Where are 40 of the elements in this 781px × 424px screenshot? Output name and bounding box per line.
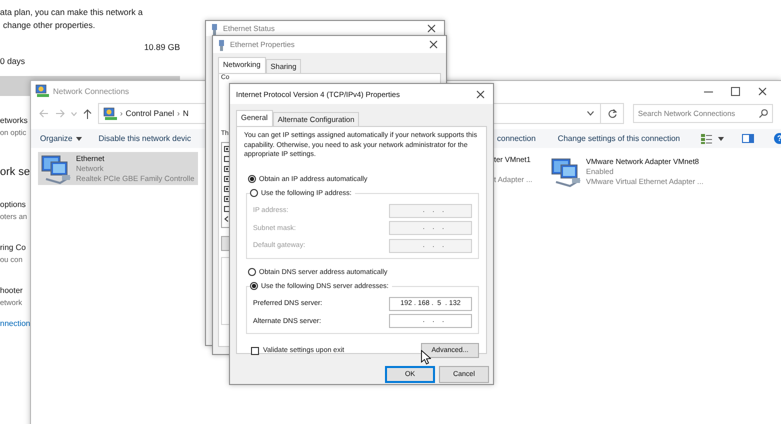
maximize-icon[interactable] — [731, 86, 740, 96]
caret-icon[interactable] — [718, 136, 724, 140]
organize-menu[interactable]: Organize — [39, 132, 84, 145]
option-title[interactable]: options — [0, 199, 26, 211]
computer-icon — [35, 84, 49, 98]
period-text: 0 days — [0, 55, 26, 68]
option-title[interactable]: etworks — [0, 115, 28, 127]
close-icon[interactable] — [758, 86, 767, 96]
preview-pane-icon[interactable] — [742, 134, 754, 143]
network-adapter-icon — [550, 156, 582, 188]
toolbar-button[interactable]: Disable this network devic — [97, 132, 192, 145]
option-title[interactable]: ring Co — [0, 242, 26, 254]
close-icon[interactable] — [429, 40, 438, 49]
caret-icon — [76, 136, 82, 140]
view-options-icon[interactable] — [701, 134, 712, 144]
network-plug-icon — [217, 38, 226, 50]
section-heading: ork se — [0, 165, 30, 180]
up-arrow-icon[interactable] — [83, 108, 92, 118]
network-plug-icon — [210, 22, 219, 34]
breadcrumb-separator: › — [177, 109, 180, 118]
toolbar-button[interactable]: Change settings of this connection — [556, 132, 682, 145]
network-adapter-icon — [40, 152, 72, 184]
scroll-left-icon[interactable] — [224, 216, 229, 222]
close-icon[interactable] — [476, 90, 485, 98]
description-text: ata plan, you can make this network a — [0, 6, 144, 19]
breadcrumb-item[interactable]: N — [182, 109, 189, 118]
address-bar[interactable]: › Control Panel › N — [98, 103, 205, 124]
refresh-icon — [608, 109, 616, 118]
breadcrumb-separator: › — [120, 109, 123, 118]
toolbar-button[interactable]: connection — [496, 132, 537, 145]
close-icon[interactable] — [427, 24, 436, 33]
refresh-button[interactable] — [600, 103, 624, 124]
caret-icon[interactable] — [587, 111, 594, 116]
data-usage-value: 10.89 GB — [144, 41, 180, 53]
description-text: change other properties. — [2, 19, 96, 32]
breadcrumb-item[interactable]: Control Panel — [126, 109, 174, 118]
computer-icon — [103, 106, 117, 120]
option-title[interactable]: hooter — [0, 285, 23, 297]
window-title: Network Connections — [53, 86, 130, 96]
settings-link[interactable]: nnection — [0, 318, 30, 330]
